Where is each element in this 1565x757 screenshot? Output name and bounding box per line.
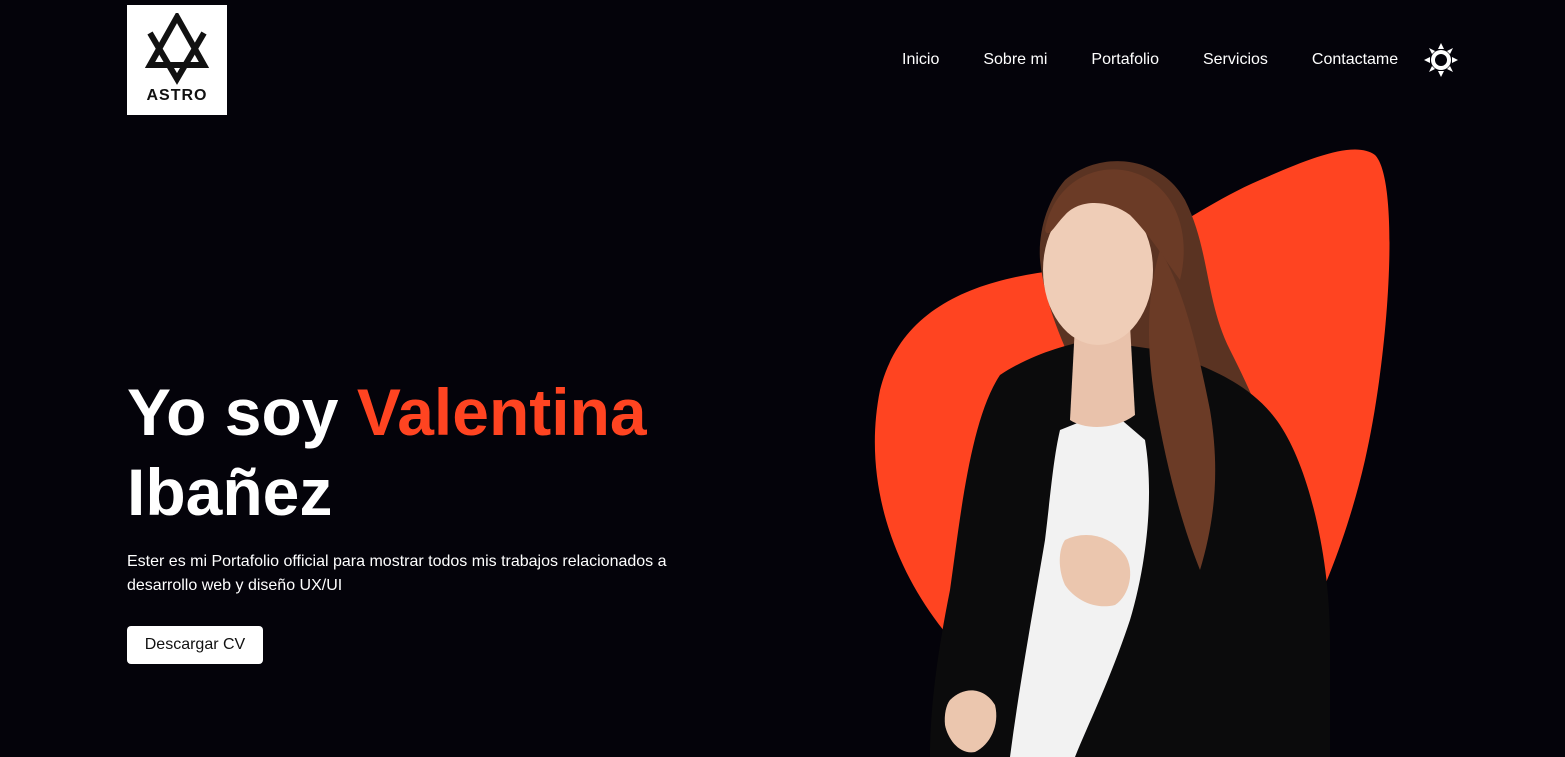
download-cv-button[interactable]: Descargar CV <box>127 626 263 664</box>
brand-logo[interactable]: ASTRO <box>127 5 227 115</box>
portrait-illustration <box>874 149 1390 757</box>
page: ASTRO Inicio Sobre mi Portafolio Servici… <box>0 0 1565 757</box>
nav-link-servicios[interactable]: Servicios <box>1203 48 1268 72</box>
sun-icon <box>1424 43 1458 77</box>
hero-title-prefix: Yo soy <box>127 375 357 449</box>
nav-link-portafolio[interactable]: Portafolio <box>1091 48 1159 72</box>
main-nav: Inicio Sobre mi Portafolio Servicios Con… <box>880 48 1420 72</box>
hero-title: Yo soy Valentina Ibañez <box>127 372 767 532</box>
nav-link-sobre-mi[interactable]: Sobre mi <box>983 48 1047 72</box>
hero-title-suffix: Ibañez <box>127 455 333 529</box>
logo-text: ASTRO <box>146 87 208 104</box>
hero-title-highlight: Valentina <box>356 375 647 449</box>
hero-description: Ester es mi Portafolio official para mos… <box>127 553 667 594</box>
astro-logo-icon <box>144 13 210 85</box>
nav-link-inicio[interactable]: Inicio <box>902 48 939 72</box>
nav-link-contactame[interactable]: Contactame <box>1312 48 1398 72</box>
theme-toggle-button[interactable] <box>1424 43 1458 77</box>
